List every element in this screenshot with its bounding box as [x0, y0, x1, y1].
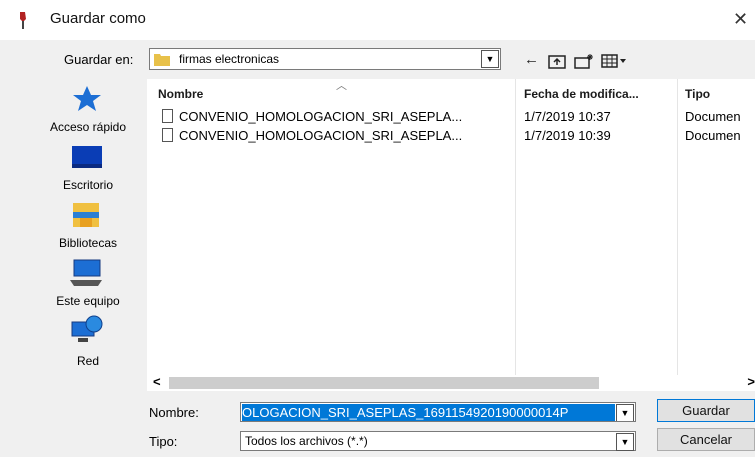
file-name: CONVENIO_HOMOLOGACION_SRI_ASEPLA...	[179, 128, 463, 143]
window-title: Guardar como	[50, 10, 146, 27]
place-quick-access[interactable]: Acceso rápido	[32, 80, 144, 136]
computer-icon	[70, 259, 102, 286]
document-icon	[162, 128, 173, 142]
column-header-date[interactable]: Fecha de modifica...	[524, 87, 639, 101]
place-label: Bibliotecas	[58, 236, 118, 250]
cancel-button[interactable]: Cancelar	[657, 428, 755, 451]
folder-icon	[154, 54, 170, 66]
file-name-label: Nombre:	[149, 405, 199, 420]
app-icon	[20, 12, 26, 29]
file-date: 1/7/2019 10:39	[524, 128, 611, 143]
new-folder-icon[interactable]	[574, 52, 594, 70]
file-name: CONVENIO_HOMOLOGACION_SRI_ASEPLA...	[179, 109, 463, 124]
file-list[interactable]: ︿ Nombre Fecha de modifica... Tipo CONVE…	[147, 79, 755, 375]
save-button[interactable]: Guardar	[657, 399, 755, 422]
desktop-icon	[72, 146, 102, 168]
place-label: Escritorio	[62, 178, 113, 192]
place-this-pc[interactable]: Este equipo	[32, 254, 144, 310]
place-network[interactable]: Red	[32, 312, 144, 368]
title-bar: Guardar como ✕	[0, 0, 755, 40]
file-row[interactable]: CONVENIO_HOMOLOGACION_SRI_ASEPLA... 1/7/…	[147, 127, 755, 146]
column-header-type[interactable]: Tipo	[685, 87, 710, 101]
place-label: Red	[76, 354, 99, 368]
libraries-icon	[73, 203, 99, 227]
chevron-down-icon[interactable]: ▼	[616, 404, 634, 421]
place-label: Este equipo	[56, 294, 120, 308]
network-icon	[71, 315, 103, 342]
close-button[interactable]: ✕	[733, 6, 755, 32]
file-date: 1/7/2019 10:37	[524, 109, 611, 124]
file-type-label: Tipo:	[149, 434, 178, 449]
document-icon	[162, 109, 173, 123]
file-type: Documen	[685, 109, 741, 124]
horizontal-scrollbar[interactable]: < >	[147, 374, 755, 391]
current-folder-name: firmas electronicas	[179, 52, 280, 66]
file-type-value: Todos los archivos (*.*)	[245, 434, 368, 448]
place-desktop[interactable]: Escritorio	[32, 138, 144, 194]
save-as-dialog: Guardar como ✕ Guardar en: firmas electr…	[0, 0, 755, 457]
scrollbar-thumb[interactable]	[169, 377, 599, 389]
scroll-right-icon[interactable]: >	[747, 374, 755, 389]
chevron-down-icon[interactable]: ▼	[616, 433, 634, 451]
file-row[interactable]: CONVENIO_HOMOLOGACION_SRI_ASEPLA... 1/7/…	[147, 108, 755, 127]
chevron-down-icon[interactable]: ▼	[481, 50, 499, 68]
star-icon	[73, 86, 101, 111]
file-type: Documen	[685, 128, 741, 143]
save-in-label: Guardar en:	[64, 52, 134, 67]
file-name-value: OLOGACION_SRI_ASEPLAS_169115492019000001…	[242, 404, 615, 421]
sort-ascending-icon: ︿	[336, 80, 347, 92]
place-libraries[interactable]: Bibliotecas	[32, 196, 144, 252]
column-header-name[interactable]: Nombre	[158, 87, 203, 101]
file-name-input[interactable]: OLOGACION_SRI_ASEPLAS_169115492019000001…	[240, 402, 636, 422]
view-menu-icon[interactable]	[601, 52, 627, 70]
save-in-dropdown[interactable]: firmas electronicas ▼	[149, 48, 501, 70]
up-folder-icon[interactable]	[548, 52, 566, 70]
back-icon[interactable]: ←	[524, 52, 539, 70]
scroll-left-icon[interactable]: <	[153, 374, 161, 389]
file-type-dropdown[interactable]: Todos los archivos (*.*) ▼	[240, 431, 636, 451]
place-label: Acceso rápido	[49, 120, 127, 134]
places-bar: Acceso rápido Escritorio Bibliotecas Est…	[32, 80, 144, 374]
